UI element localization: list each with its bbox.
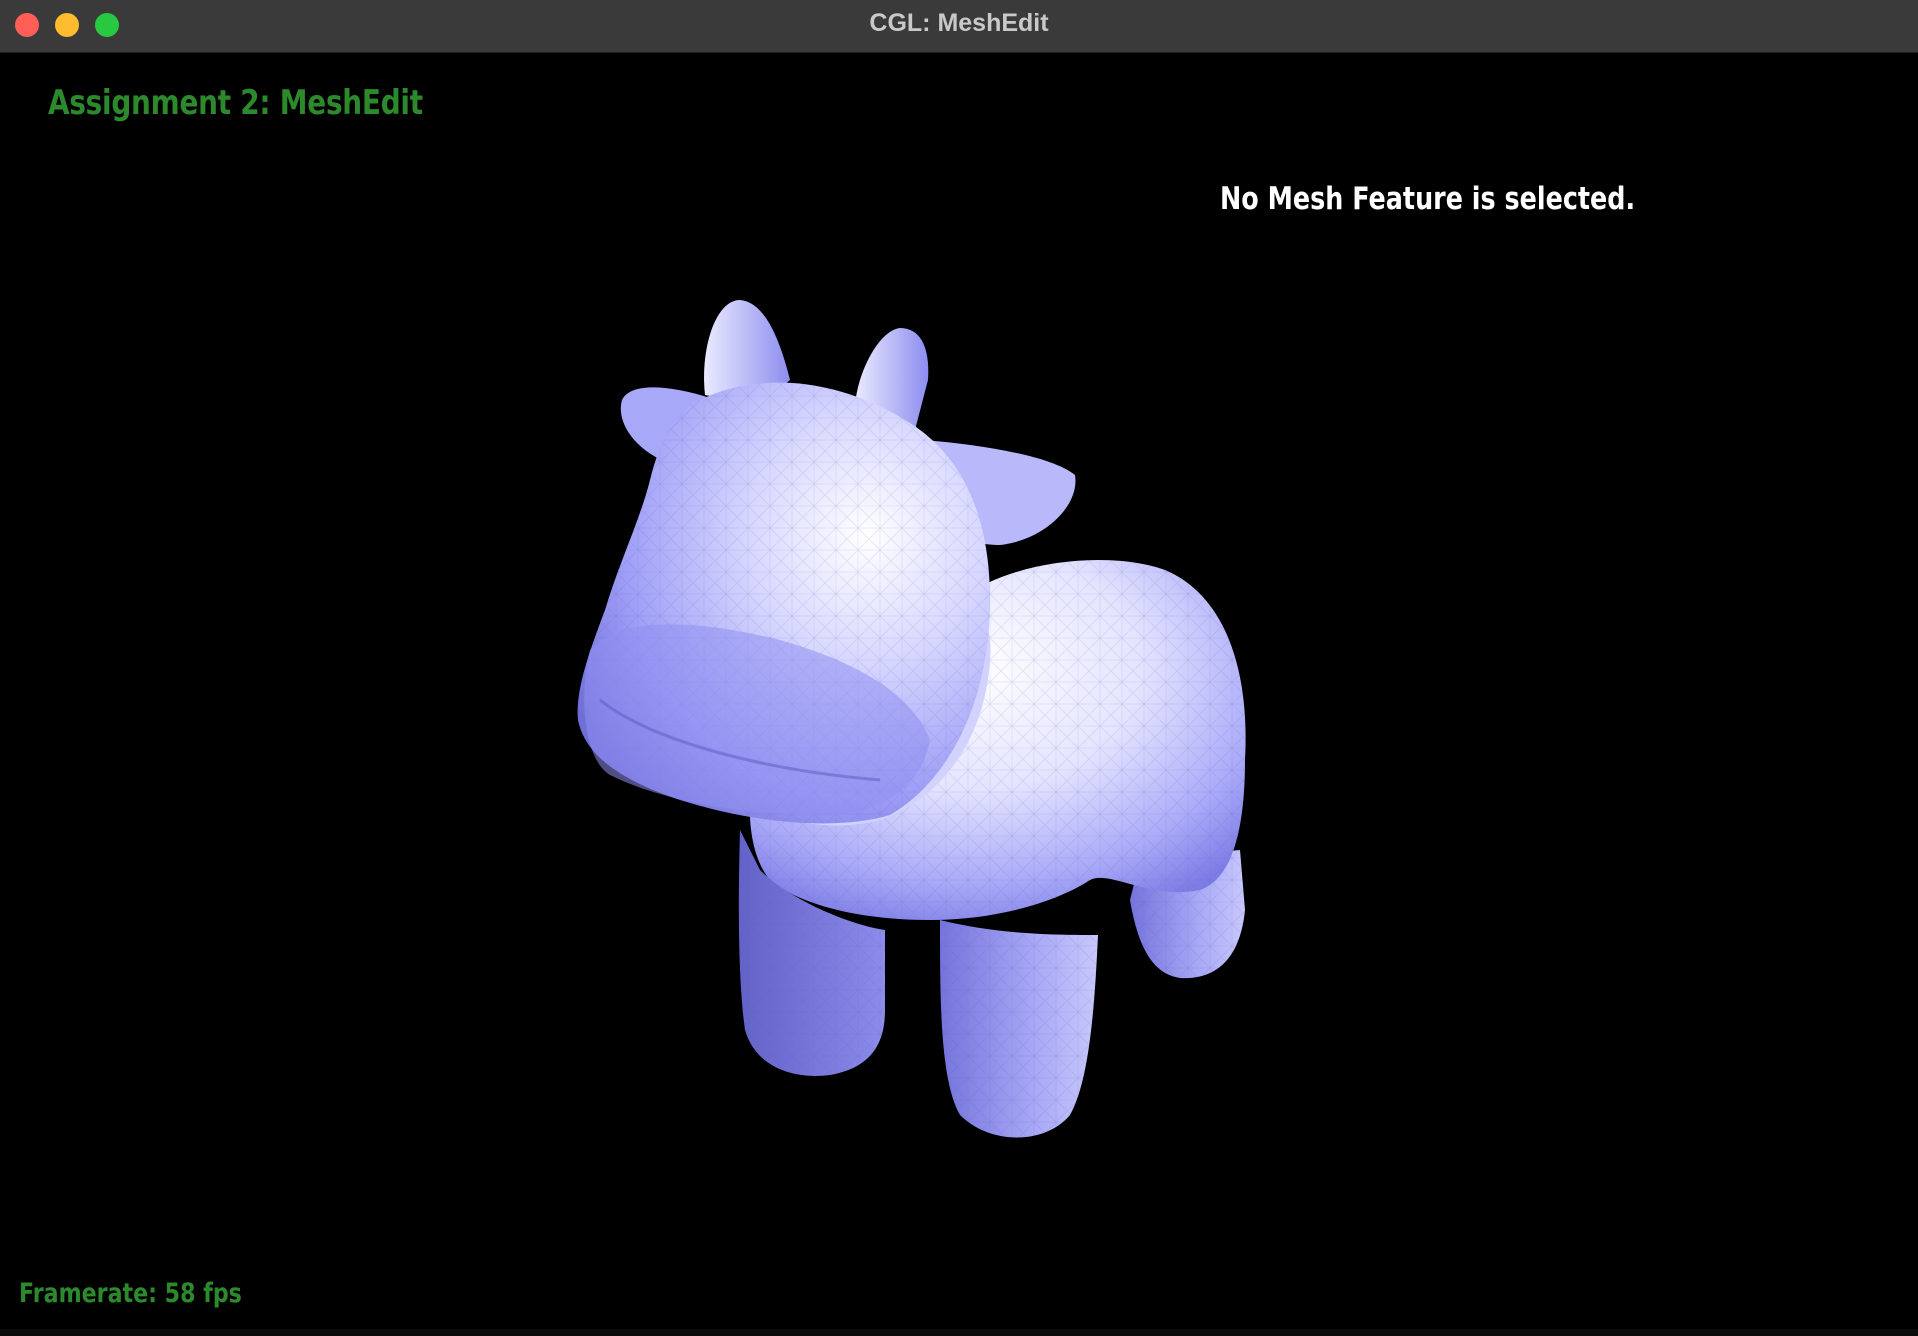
app-window: CGL: MeshEdit Assignment 2: MeshEdit No … (0, 0, 1918, 1336)
selection-status: No Mesh Feature is selected. (1220, 181, 1636, 217)
app-title: Assignment 2: MeshEdit (48, 83, 423, 123)
cow-mesh-model[interactable] (0, 53, 1918, 1336)
framerate-readout: Framerate: 58 fps (19, 1278, 242, 1309)
window-title: CGL: MeshEdit (869, 9, 1049, 37)
render-viewport[interactable]: Assignment 2: MeshEdit No Mesh Feature i… (0, 53, 1918, 1336)
bottom-edge (0, 1329, 1918, 1336)
title-bar[interactable]: CGL: MeshEdit (0, 0, 1918, 53)
